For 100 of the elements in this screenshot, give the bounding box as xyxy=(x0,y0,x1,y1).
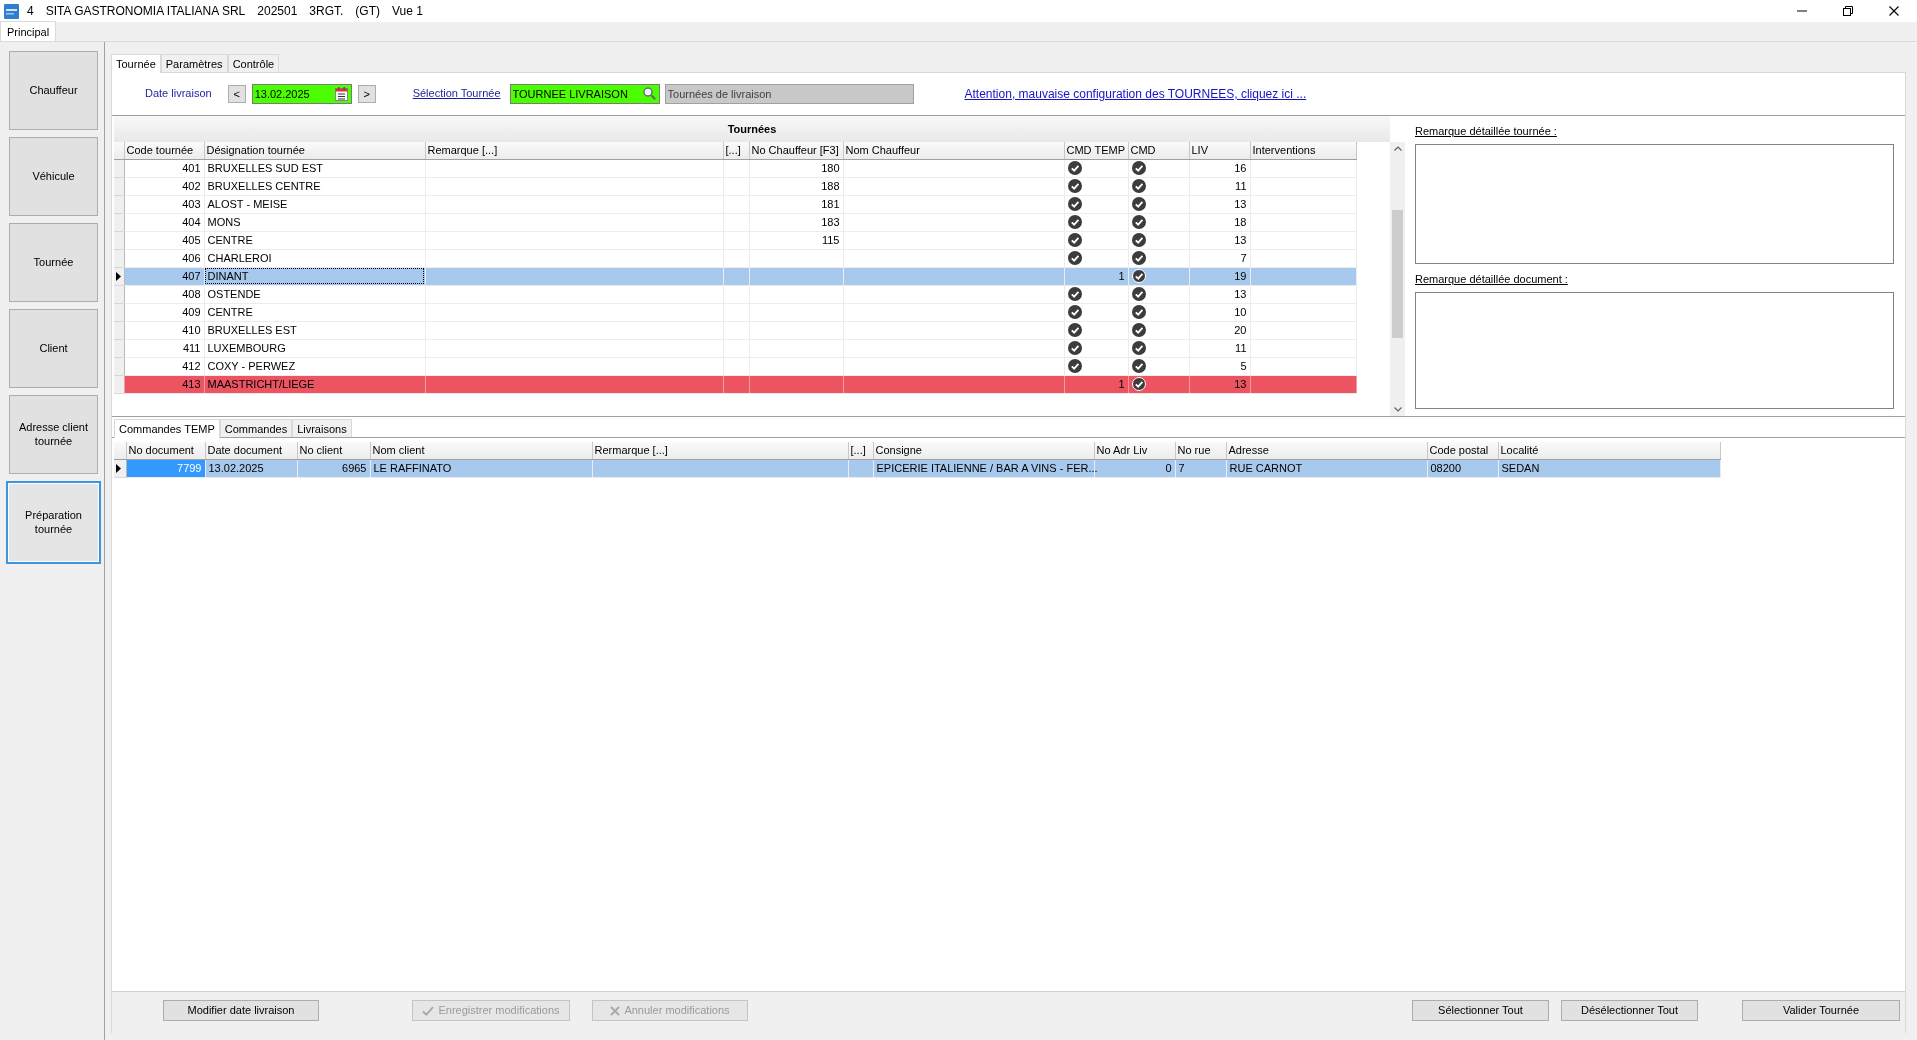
table-row[interactable]: 413 MAASTRICHT/LIEGE 1 13 xyxy=(114,375,1356,393)
calendar-icon[interactable] xyxy=(334,87,348,101)
column-header[interactable]: [...] xyxy=(723,142,749,159)
tab[interactable]: Tournée xyxy=(111,54,161,73)
table-row[interactable]: 407 DINANT 1 19 xyxy=(114,267,1356,285)
search-icon[interactable] xyxy=(642,87,656,100)
title-text: 202501 xyxy=(257,3,298,19)
tour-description-field[interactable]: Tournées de livraison xyxy=(664,84,914,104)
check-circle-icon xyxy=(1067,287,1082,301)
column-header[interactable]: Code tournée xyxy=(124,142,204,159)
tab[interactable]: Commandes xyxy=(219,419,293,437)
action-button[interactable]: Désélectionner Tout xyxy=(1561,1000,1698,1021)
action-button[interactable]: Valider Tournée xyxy=(1742,1000,1900,1021)
table-cell: OSTENDE xyxy=(204,285,425,303)
table-row[interactable]: 405 CENTRE 115 13 xyxy=(114,231,1356,249)
table-cell: 20 xyxy=(1189,321,1250,339)
check-circle-icon xyxy=(1067,233,1082,247)
column-header[interactable]: [...] xyxy=(848,442,873,459)
tab[interactable]: Principal xyxy=(0,21,57,41)
app-logo-icon xyxy=(4,3,19,19)
table-cell: BRUXELLES CENTRE xyxy=(204,177,425,195)
table-cell: 180 xyxy=(749,159,843,177)
column-header[interactable]: Interventions xyxy=(1250,142,1356,159)
column-header[interactable]: LIV xyxy=(1189,142,1250,159)
column-header[interactable]: No Chauffeur [F3] xyxy=(749,142,843,159)
nav-button[interactable]: Chauffeur xyxy=(9,51,98,130)
nav-button[interactable]: Préparation tournée xyxy=(6,481,101,564)
column-header[interactable]: No client xyxy=(297,442,370,459)
column-header[interactable]: Code postal xyxy=(1427,442,1498,459)
nav-button[interactable]: Tournée xyxy=(9,223,98,302)
table-row[interactable]: 7799 13.02.2025 6965 LE RAFFINATO EPICERIE ITALIENNE / BAR A VINS - FER... 0 7 RUE CARNOT 08200 SEDAN xyxy=(114,459,1720,477)
table-row[interactable]: 403 ALOST - MEISE 181 13 xyxy=(114,195,1356,213)
column-header[interactable]: Remarque [...] xyxy=(425,142,723,159)
table-row[interactable]: 401 BRUXELLES SUD EST 180 16 xyxy=(114,159,1356,177)
link[interactable]: Sélection Tournée xyxy=(412,87,501,101)
table-cell: CENTRE xyxy=(204,303,425,321)
table-cell: BRUXELLES EST xyxy=(204,321,425,339)
table-row[interactable]: 409 CENTRE 10 xyxy=(114,303,1356,321)
column-header[interactable]: Adresse xyxy=(1226,442,1427,459)
check-circle-icon xyxy=(1067,179,1082,193)
table-cell: 10 xyxy=(1189,303,1250,321)
column-header[interactable]: Date document xyxy=(205,442,297,459)
table-row[interactable]: 411 LUXEMBOURG 11 xyxy=(114,339,1356,357)
chevron-down-icon[interactable] xyxy=(1393,407,1402,412)
column-header[interactable]: CMD TEMP xyxy=(1064,142,1128,159)
next-button[interactable]: > xyxy=(357,85,376,103)
table-row[interactable]: 412 COXY - PERWEZ 5 xyxy=(114,357,1356,375)
table-cell: COXY - PERWEZ xyxy=(204,357,425,375)
table-row[interactable]: 402 BRUXELLES CENTRE 188 11 xyxy=(114,177,1356,195)
nav-button[interactable]: Véhicule xyxy=(9,137,98,216)
nav-button[interactable]: Client xyxy=(9,309,98,388)
table-cell: 403 xyxy=(124,195,204,213)
date-field[interactable]: 13.02.2025 xyxy=(251,84,352,104)
title-text: Vue 1 xyxy=(392,3,423,19)
tab[interactable]: Contrôle xyxy=(227,54,280,72)
column-header[interactable]: Rermarque [...] xyxy=(592,442,848,459)
restore-icon[interactable] xyxy=(1843,6,1853,16)
check-circle-icon xyxy=(1067,161,1082,175)
tab[interactable]: Commandes TEMP xyxy=(114,419,220,438)
table-row[interactable]: 408 OSTENDE 13 xyxy=(114,285,1356,303)
tab[interactable]: Paramètres xyxy=(160,54,228,72)
nav-button[interactable]: Adresse client tournée xyxy=(9,395,98,474)
tab[interactable]: Livraisons xyxy=(292,419,352,437)
title-text: SITA GASTRONOMIA ITALIANA SRL xyxy=(45,3,246,19)
table-cell: 411 xyxy=(124,339,204,357)
table-cell: 408 xyxy=(124,285,204,303)
table-cell: 412 xyxy=(124,357,204,375)
scrollbar-thumb[interactable] xyxy=(1392,210,1403,338)
column-header[interactable]: CMD xyxy=(1128,142,1189,159)
close-icon[interactable] xyxy=(1889,6,1899,16)
check-circle-icon xyxy=(1067,323,1082,337)
column-header[interactable]: No document xyxy=(126,442,205,459)
field-label: Remarque détaillée document : xyxy=(1415,273,1569,287)
table-row[interactable]: 410 BRUXELLES EST 20 xyxy=(114,321,1356,339)
chevron-up-icon[interactable] xyxy=(1393,146,1402,151)
table-cell: 13 xyxy=(1189,231,1250,249)
action-button[interactable]: Sélectionner Tout xyxy=(1412,1000,1549,1021)
scrollbar[interactable] xyxy=(1390,142,1405,416)
remark-field[interactable] xyxy=(1415,292,1894,409)
column-header[interactable]: Nom client xyxy=(370,442,592,459)
check-circle-icon xyxy=(1067,215,1082,229)
tour-code-field[interactable]: TOURNEE LIVRAISON xyxy=(509,84,660,104)
column-header[interactable]: No Adr Liv xyxy=(1094,442,1175,459)
column-header[interactable]: No rue xyxy=(1175,442,1226,459)
previous-button[interactable]: < xyxy=(227,85,246,103)
column-header[interactable]: Nom Chauffeur xyxy=(843,142,1064,159)
column-header[interactable]: Consigne xyxy=(873,442,1094,459)
warning-link[interactable]: Attention, mauvaise configuration des TOURNEES, cliquez ici ... xyxy=(964,86,1307,102)
action-button[interactable]: Modifier date livraison xyxy=(163,1000,319,1021)
column-header[interactable]: Localité xyxy=(1498,442,1720,459)
check-circle-icon xyxy=(1067,341,1082,355)
column-header[interactable]: Désignation tournée xyxy=(204,142,425,159)
table-row[interactable]: 404 MONS 183 18 xyxy=(114,213,1356,231)
table-cell: CHARLEROI xyxy=(204,249,425,267)
table-cell: 7 xyxy=(1189,249,1250,267)
table-cell: BRUXELLES SUD EST xyxy=(204,159,425,177)
field-label: Remarque détaillée tournée : xyxy=(1415,125,1558,139)
remark-field[interactable] xyxy=(1415,144,1894,264)
table-row[interactable]: 406 CHARLEROI 7 xyxy=(114,249,1356,267)
table-cell: LUXEMBOURG xyxy=(204,339,425,357)
